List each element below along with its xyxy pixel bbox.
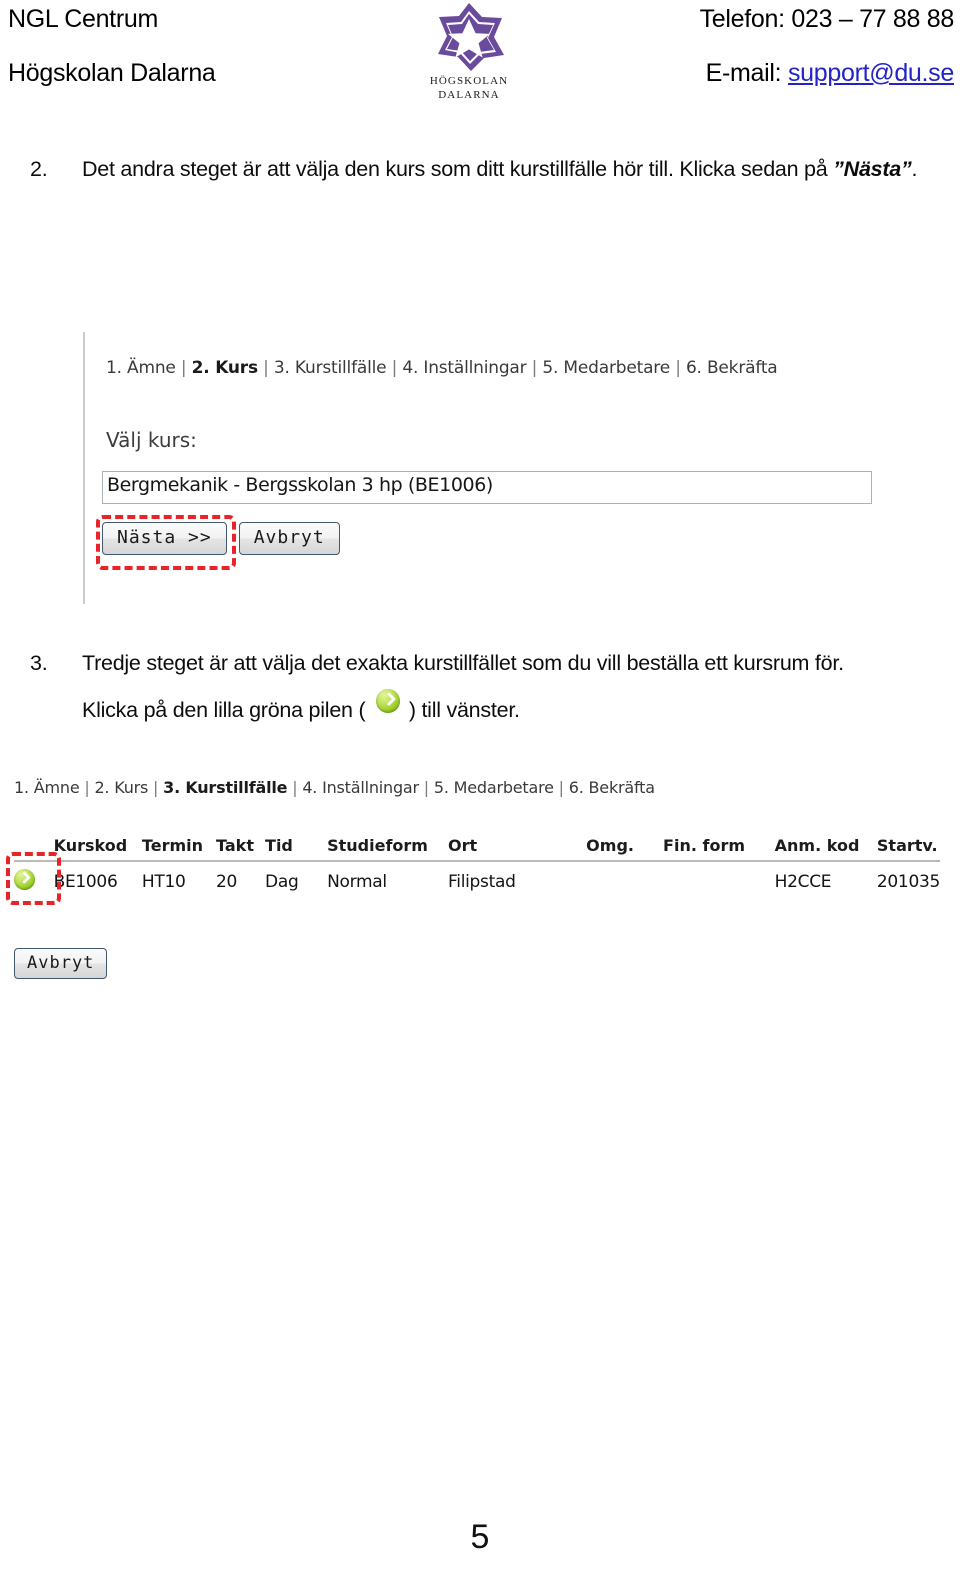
breadcrumb-item[interactable]: 4. Inställningar (402, 358, 526, 378)
step-3-number: 3. (30, 651, 48, 675)
cell-omg (586, 861, 663, 897)
column-header-kurskod: Kurskod (53, 836, 142, 862)
column-header-anmkod: Anm. kod (774, 836, 877, 862)
breadcrumb-separator: | (292, 778, 298, 797)
table-header: Kurskod Termin Takt Tid Studieform Ort O… (14, 836, 940, 862)
step-2-paragraph: 2. Det andra steget är att välja den kur… (30, 146, 935, 193)
hogskolan-dalarna-logo: HÖGSKOLAN DALARNA (404, 0, 534, 104)
breadcrumb-separator: | (153, 778, 159, 797)
step-3-body-line1: Tredje steget är att välja det exakta ku… (82, 651, 844, 675)
cell-finform (663, 861, 775, 897)
column-header-finform: Fin. form (663, 836, 775, 862)
breadcrumb-item[interactable]: 5. Medarbetare (542, 358, 670, 378)
step-3-body-line2: Klicka på den lilla gröna pilen ( ) till… (82, 687, 935, 734)
breadcrumb-separator: | (531, 358, 538, 378)
breadcrumb-separator: | (263, 358, 269, 378)
step-2-number: 2. (30, 157, 48, 181)
header-org-block: NGL Centrum Högskolan Dalarna (8, 2, 388, 90)
logo-text-line2: DALARNA (438, 89, 500, 101)
table-header-row: Kurskod Termin Takt Tid Studieform Ort O… (14, 836, 940, 862)
breadcrumb-item[interactable]: 1. Ämne (14, 778, 80, 797)
course-occasions-table: Kurskod Termin Takt Tid Studieform Ort O… (14, 836, 940, 897)
inline-green-arrow-wrap (371, 689, 403, 721)
column-header-termin: Termin (141, 836, 217, 862)
breadcrumb-item[interactable]: 6. Bekräfta (569, 778, 655, 797)
step-2-text-before: Det andra steget är att välja den kurs s… (82, 157, 834, 181)
valj-kurs-label: Välj kurs: (106, 428, 197, 452)
cell-takt: 20 (216, 872, 238, 892)
breadcrumb-item-active[interactable]: 3. Kurstillfälle (163, 778, 287, 797)
breadcrumb-separator: | (423, 778, 429, 797)
breadcrumb-item[interactable]: 4. Inställningar (302, 778, 419, 797)
breadcrumb-separator: | (391, 358, 398, 378)
column-header-takt: Takt (216, 836, 266, 862)
header-org-line1: NGL Centrum (8, 5, 158, 33)
cell-ort: Filipstad (448, 872, 516, 892)
column-header-studieform: Studieform (327, 836, 449, 862)
cell-startv: 201035 (876, 872, 940, 892)
table-body: BE1006 HT10 20 Dag Normal Filipstad H2CC… (14, 861, 940, 897)
column-header-action (14, 836, 54, 862)
breadcrumb-item[interactable]: 6. Bekräfta (686, 358, 778, 378)
column-header-startv: Startv. (876, 836, 940, 862)
page-header: NGL Centrum Högskolan Dalarna HÖGSKOLAN … (0, 0, 960, 108)
header-email: E-mail: support@du.se (624, 56, 955, 90)
breadcrumb-separator: | (558, 778, 564, 797)
row-select-cell[interactable] (14, 861, 54, 897)
header-phone: Telefon: 023 – 77 88 88 (699, 5, 955, 33)
breadcrumb-item[interactable]: 3. Kurstillfälle (274, 358, 387, 378)
breadcrumb-separator: | (180, 358, 187, 378)
screenshot-occasion-table: 1. Ämne | 2. Kurs | 3. Kurstillfälle | 4… (0, 770, 950, 1000)
step-2-text-after: . (911, 157, 918, 181)
cell-kurskod: BE1006 (53, 872, 118, 892)
green-arrow-icon (376, 689, 401, 714)
support-email-link[interactable]: support@du.se (788, 59, 954, 87)
step-2-body: Det andra steget är att välja den kurs s… (82, 146, 935, 193)
screenshot2-button-row: Avbryt (14, 948, 108, 979)
breadcrumb-item[interactable]: 5. Medarbetare (434, 778, 554, 797)
logo-text-line1: HÖGSKOLAN (429, 75, 509, 87)
star-logo-icon (438, 3, 504, 71)
step-3-paragraph: 3. Tredje steget är att välja det exakta… (30, 640, 935, 734)
column-header-omg: Omg. (586, 836, 664, 862)
breadcrumb-steps-2: 1. Ämne | 2. Kurs | 3. Kurstillfälle | 4… (14, 778, 655, 797)
cell-studieform: Normal (327, 872, 387, 892)
cell-tid: Dag (265, 872, 299, 892)
breadcrumb-steps-1: 1. Ämne | 2. Kurs | 3. Kurstillfälle | 4… (106, 358, 778, 378)
breadcrumb-item-active[interactable]: 2. Kurs (192, 358, 258, 378)
screenshot-course-selection: 1. Ämne | 2. Kurs | 3. Kurstillfälle | 4… (83, 332, 885, 604)
header-contact-block: Telefon: 023 – 77 88 88 E-mail: support@… (624, 2, 955, 90)
cell-anmkod: H2CCE (774, 872, 832, 892)
breadcrumb-item[interactable]: 2. Kurs (94, 778, 148, 797)
step-3-text-before: Klicka på den lilla gröna pilen ( (82, 698, 372, 722)
breadcrumb-separator: | (84, 778, 90, 797)
avbryt-button-2[interactable]: Avbryt (14, 948, 108, 979)
breadcrumb-item[interactable]: 1. Ämne (106, 358, 176, 378)
step-3-text-after: ) till vänster. (403, 698, 520, 722)
screenshot1-button-row: Nästa >> Avbryt (102, 522, 340, 555)
breadcrumb-separator: | (675, 358, 681, 378)
column-header-tid: Tid (265, 836, 328, 862)
column-header-ort: Ort (448, 836, 587, 862)
nasta-button[interactable]: Nästa >> (102, 522, 227, 555)
page-number: 5 (470, 1518, 490, 1556)
cell-termin: HT10 (141, 872, 186, 892)
step-2-emphasis: ”Nästa” (833, 157, 912, 181)
avbryt-button[interactable]: Avbryt (238, 522, 340, 555)
header-email-label: E-mail: (705, 59, 782, 87)
course-select[interactable]: Bergmekanik - Bergsskolan 3 hp (BE1006) (102, 471, 872, 504)
header-org-line2: Högskolan Dalarna (8, 59, 216, 87)
table-row: BE1006 HT10 20 Dag Normal Filipstad H2CC… (14, 861, 940, 897)
green-arrow-icon[interactable] (14, 869, 35, 890)
